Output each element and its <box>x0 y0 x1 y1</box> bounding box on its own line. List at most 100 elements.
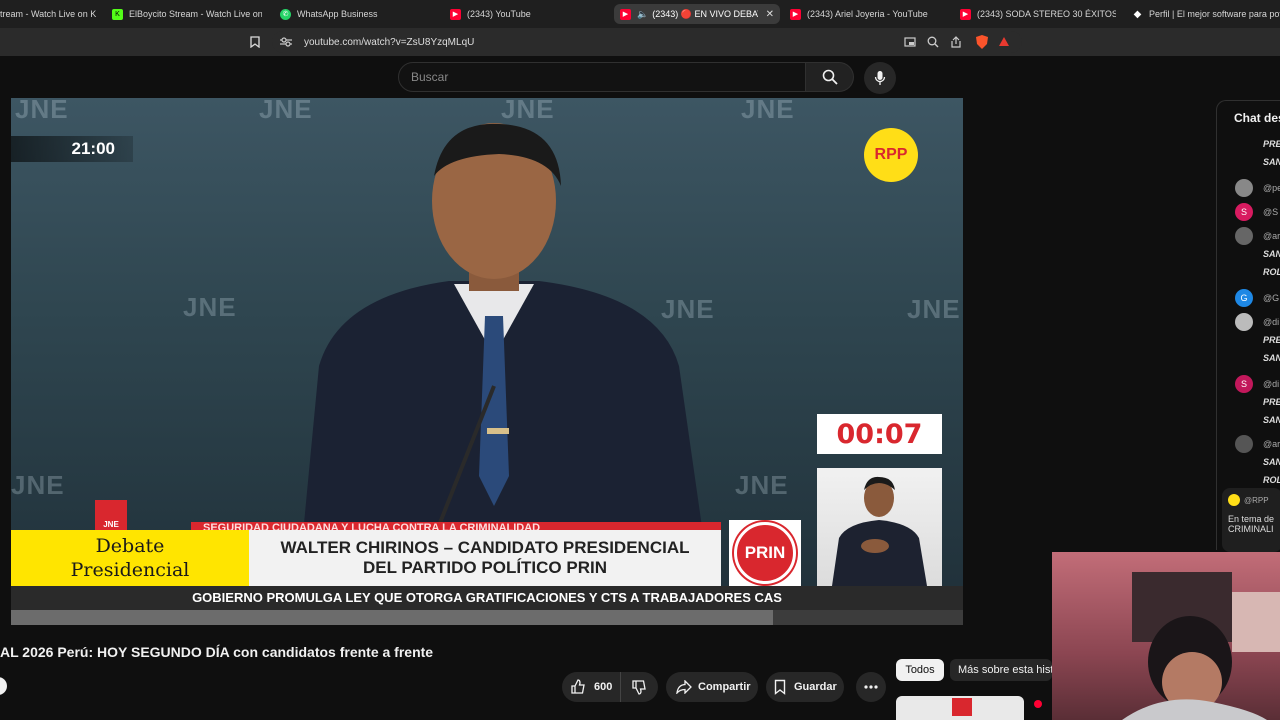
zoom-icon[interactable] <box>927 36 939 48</box>
party-logo-box: PRIN <box>729 520 801 586</box>
tab-title: WhatsApp Business <box>297 9 378 19</box>
chat-line: SAN <box>1263 415 1280 425</box>
user-avatar: S <box>1235 375 1253 393</box>
rpp-logo: RPP <box>864 128 918 182</box>
background-logo: JNE <box>907 294 961 324</box>
search-input[interactable]: Buscar <box>398 62 806 92</box>
pinned-author: @RPP <box>1244 495 1269 505</box>
browser-tab-strip: tream - Watch Live on K K ElBoycito Stre… <box>0 0 1280 28</box>
speaker-timer: 00:07 <box>817 414 942 454</box>
filter-chip-more[interactable]: Más sobre esta hist <box>950 659 1052 681</box>
brave-rewards-icon[interactable] <box>998 36 1010 48</box>
like-count: 600 <box>594 681 613 693</box>
webcam-figure <box>1122 572 1280 720</box>
browser-tab[interactable]: ◆ Perfil | El mejor software para poten <box>1132 4 1280 24</box>
youtube-header: Buscar <box>0 56 1280 98</box>
voice-search-button[interactable] <box>864 62 896 94</box>
chat-line: SAN <box>1263 249 1280 259</box>
filter-chip-all[interactable]: Todos <box>896 659 944 681</box>
speaker-icon: 🔈 <box>637 8 649 19</box>
search-placeholder: Buscar <box>411 70 449 84</box>
whatsapp-icon: ✆ <box>280 8 291 20</box>
brave-shield-icon[interactable] <box>975 34 989 50</box>
pinned-text: CRIMINALI <box>1228 524 1274 534</box>
user-avatar <box>1235 227 1253 245</box>
thumbs-down-icon <box>632 680 646 695</box>
tab-title: (2343) YouTube <box>467 9 531 19</box>
rpp-avatar-icon <box>1228 494 1240 506</box>
background-logo: JNE <box>11 470 65 500</box>
search-button[interactable] <box>806 62 854 92</box>
bookmark-icon[interactable] <box>250 36 260 48</box>
chat-message-text: @ar SAN ROL <box>1263 227 1280 281</box>
youtube-icon: ▶ <box>450 8 461 20</box>
chat-author: @S <box>1263 207 1279 217</box>
chat-message: @di PRE SAN <box>1235 313 1280 367</box>
tab-title: (2343) Ariel Joyeria - YouTube <box>807 9 928 19</box>
dislike-button[interactable] <box>620 672 658 702</box>
browser-tab[interactable]: ✆ WhatsApp Business <box>280 4 430 24</box>
background-logo: JNE <box>15 98 69 124</box>
live-dot-icon <box>1034 700 1042 708</box>
cast-icon[interactable] <box>904 37 916 47</box>
chat-line: SAN <box>1263 457 1280 467</box>
tab-title: ElBoycito Stream - Watch Live on <box>129 9 262 19</box>
pinned-text: En tema de <box>1228 514 1275 524</box>
youtube-icon: ▶ <box>790 8 801 20</box>
news-ticker: GOBIERNO PROMULGA LEY QUE OTORGA GRATIFI… <box>11 586 963 610</box>
chat-author: @di <box>1263 379 1280 389</box>
close-tab-icon[interactable]: ✕ <box>766 9 774 20</box>
browser-tab[interactable]: ▶ (2343) SODA STEREO 30 ÉXITOS CLÁ <box>960 4 1116 24</box>
jne-thumbnail-logo <box>952 698 972 716</box>
browser-tab[interactable]: ▶ (2343) YouTube <box>450 4 600 24</box>
share-button[interactable]: Compartir <box>666 672 758 702</box>
like-button[interactable]: 600 <box>562 672 620 702</box>
save-icon <box>774 679 786 695</box>
debate-label: Debate Presidencial <box>11 530 249 586</box>
perfil-icon: ◆ <box>1133 8 1142 20</box>
more-horizontal-icon <box>864 685 878 689</box>
tab-title: (2343) SODA STEREO 30 ÉXITOS CLÁ <box>977 9 1116 19</box>
interpreter-figure <box>832 476 927 586</box>
jne-logo: JNE <box>95 500 127 532</box>
browser-tab[interactable]: K ElBoycito Stream - Watch Live on <box>112 4 262 24</box>
chat-message-text: @di PRE SAN <box>1263 313 1280 367</box>
chat-message-text: @di PRE SAN <box>1263 375 1280 429</box>
save-label: Guardar <box>794 681 837 693</box>
search-icon <box>822 69 838 85</box>
video-progress-fill <box>11 610 773 625</box>
chat-message: @ar SAN ROL <box>1235 435 1280 489</box>
chat-author: @di <box>1263 317 1280 327</box>
browser-tab[interactable]: tream - Watch Live on K <box>0 4 100 24</box>
browser-tab-active[interactable]: ▶ 🔈 (2343) 🔴 EN VIVO DEBATE P ✕ <box>614 4 780 24</box>
video-progress-bar[interactable] <box>11 610 963 625</box>
user-avatar: G <box>1235 289 1253 307</box>
broadcast-clock: 21:00 <box>11 136 133 162</box>
youtube-icon: ▶ <box>620 8 631 20</box>
chat-message-text: @ar SAN ROL <box>1263 435 1280 489</box>
chat-author: @ar <box>1263 439 1280 449</box>
chat-title: Chat des <box>1234 111 1280 125</box>
chat-message: @ar SAN ROL <box>1235 227 1280 281</box>
user-avatar <box>1235 179 1253 197</box>
more-actions-button[interactable] <box>856 672 886 702</box>
chat-line: PRE <box>1263 397 1280 407</box>
chat-author: @G <box>1263 293 1280 303</box>
chat-author: @ar <box>1263 231 1280 241</box>
microphone-icon <box>874 71 886 85</box>
pinned-chat-message[interactable]: @RPP En tema de CRIMINALI <box>1222 488 1280 552</box>
channel-avatar[interactable] <box>0 676 8 696</box>
recommended-thumbnail[interactable] <box>896 696 1024 720</box>
live-chat-panel[interactable]: Chat des PRE SAN @pe S @S @ar SAN ROL G … <box>1216 100 1280 550</box>
save-button[interactable]: Guardar <box>766 672 844 702</box>
site-settings-icon[interactable] <box>280 37 292 47</box>
video-player[interactable]: JNE JNE JNE JNE JNE JNE JNE JNE JNE 21:0… <box>11 98 963 625</box>
chat-message: @pe <box>1235 179 1280 197</box>
share-page-icon[interactable] <box>950 36 962 48</box>
chat-author: @pe <box>1263 183 1280 193</box>
browser-tab[interactable]: ▶ (2343) Ariel Joyeria - YouTube <box>790 4 940 24</box>
background-logo: JNE <box>735 470 789 500</box>
chat-line: PRE <box>1263 335 1280 345</box>
tab-title: (2343) 🔴 EN VIVO DEBATE P <box>652 8 758 19</box>
kick-icon: K <box>112 8 123 20</box>
